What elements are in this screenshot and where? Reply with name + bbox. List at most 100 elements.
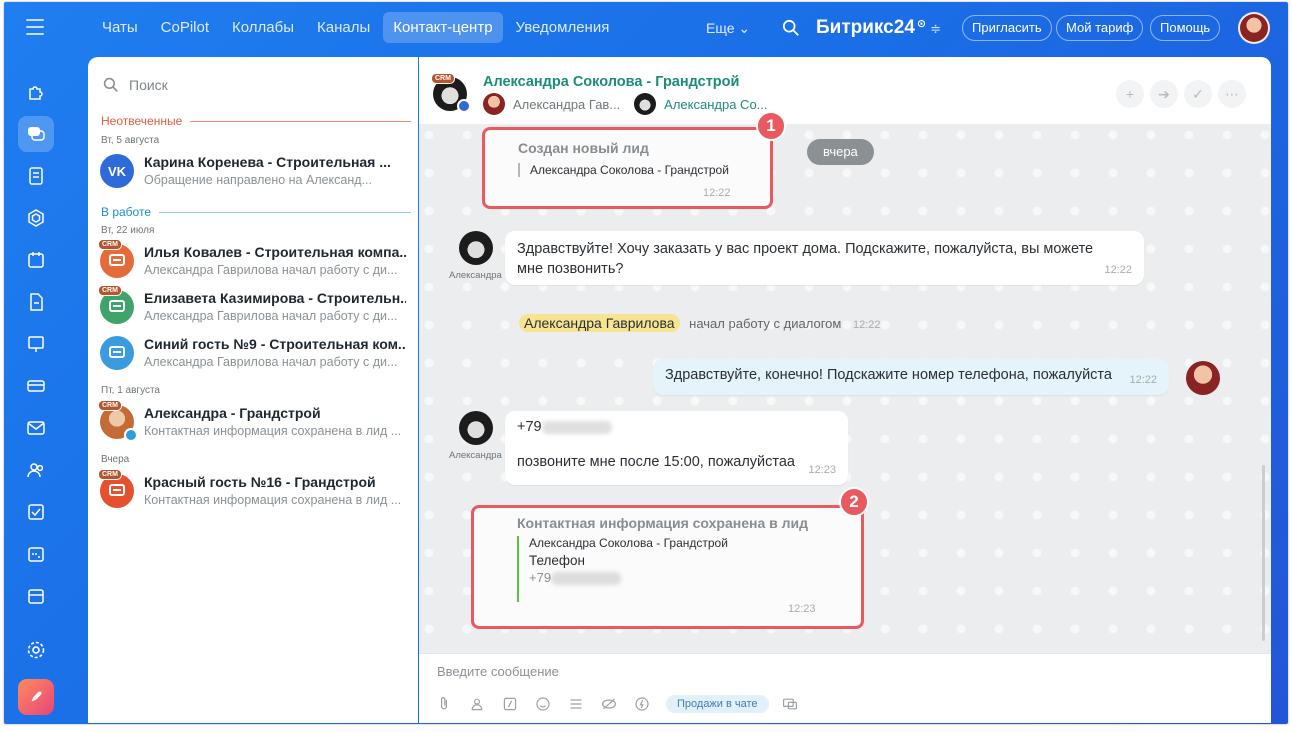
- forward-icon[interactable]: ➔: [1150, 80, 1178, 108]
- chat-header: CRM Александра Соколова - Грандстрой Але…: [419, 57, 1271, 125]
- recent-search[interactable]: Поиск: [103, 75, 168, 95]
- operator-name[interactable]: Александра Гаврилова: [519, 314, 680, 332]
- item-subtitle: Александра Гаврилова начал работу с ди..…: [144, 263, 398, 277]
- contact-icon[interactable]: [468, 695, 486, 713]
- rail-card-icon[interactable]: [18, 368, 54, 404]
- outgoing-message[interactable]: Здравствуйте, конечно! Подскажите номер …: [653, 359, 1169, 395]
- hide-eye-icon[interactable]: [600, 695, 618, 713]
- item-title: Елизавета Казимирова - Строительн...: [144, 290, 406, 306]
- item-title: Карина Коренева - Строительная ...: [144, 154, 391, 170]
- item-title: Красный гость №16 - Грандстрой: [144, 474, 376, 490]
- chat-title[interactable]: Александра Соколова - Грандстрой: [483, 74, 739, 90]
- list-item[interactable]: CRM Елизавета Казимирова - Строительн...…: [98, 285, 408, 329]
- item-subtitle: Александра Гаврилова начал работу с ди..…: [144, 355, 398, 369]
- item-title: Александра - Грандстрой: [144, 405, 321, 421]
- left-rail: [16, 74, 58, 620]
- scrollbar[interactable]: [1262, 465, 1265, 641]
- incoming-message[interactable]: +79 позвоните мне после 15:00, пожалуйст…: [505, 411, 848, 485]
- author-name: Александра: [449, 450, 502, 461]
- rail-calendar-icon[interactable]: [18, 242, 54, 278]
- main-nav: Чаты CoPilot Коллабы Каналы Контакт-цент…: [92, 12, 622, 43]
- search-icon: [103, 77, 118, 92]
- search-icon[interactable]: [782, 19, 800, 37]
- participant-name: Александра Со...: [664, 96, 768, 112]
- invite-button[interactable]: Пригласить: [962, 15, 1052, 41]
- screen-icon[interactable]: [781, 695, 799, 713]
- add-icon[interactable]: +: [1116, 80, 1144, 108]
- item-subtitle: Контактная информация сохранена в лид ..…: [144, 424, 402, 438]
- item-title: Илья Ковалев - Строительная компа...: [144, 244, 406, 260]
- nav-more[interactable]: Еще ⌄: [706, 20, 750, 37]
- avatar: [459, 411, 493, 445]
- rail-tasks-icon[interactable]: [18, 494, 54, 530]
- app-window: Чаты CoPilot Коллабы Каналы Контакт-цент…: [4, 2, 1288, 724]
- search-placeholder: Поиск: [129, 77, 168, 93]
- emoji-icon[interactable]: [534, 695, 552, 713]
- message-feed: Создан новый лид Александра Соколова - Г…: [419, 111, 1271, 653]
- rail-puzzle-icon[interactable]: [18, 74, 54, 110]
- date-label: Вчера: [101, 454, 130, 465]
- chevron-down-icon: ⌄: [738, 20, 751, 36]
- sales-in-chat-button[interactable]: Продажи в чате: [666, 695, 769, 713]
- crm-badge: CRM: [431, 73, 455, 84]
- brand-name: Битрикс: [816, 17, 894, 38]
- rail-store-icon[interactable]: [18, 578, 54, 614]
- nav-contact-center[interactable]: Контакт-центр: [383, 12, 503, 43]
- author-name: Александра: [449, 270, 502, 281]
- avatar: [483, 93, 505, 115]
- paperclip-icon[interactable]: [435, 695, 453, 713]
- menu-icon[interactable]: [26, 19, 44, 35]
- nav-copilot[interactable]: CoPilot: [151, 12, 219, 43]
- rail-chats-icon[interactable]: [18, 116, 54, 152]
- crm-badge: CRM: [98, 400, 122, 411]
- list-icon[interactable]: [567, 695, 585, 713]
- nav-channels[interactable]: Каналы: [307, 12, 380, 43]
- contact-saved-details: Александра Соколова - Грандстрой Телефон…: [517, 536, 728, 602]
- nav-notifications[interactable]: Уведомления: [506, 12, 620, 43]
- nav-more-label: Еще: [706, 20, 735, 36]
- message-composer: Введите сообщение Продажи в чате: [419, 653, 1271, 723]
- list-item[interactable]: CRM Красный гость №16 - Грандстрой Конта…: [98, 469, 408, 513]
- rail-board-icon[interactable]: [18, 326, 54, 362]
- phone-number[interactable]: +79: [517, 419, 542, 435]
- lead-link[interactable]: Александра Соколова - Грандстрой: [529, 536, 728, 550]
- system-joined: Александра Гаврилова начал работу с диал…: [519, 314, 880, 332]
- lightning-icon[interactable]: [633, 695, 651, 713]
- settings-gear-icon[interactable]: [18, 632, 54, 668]
- message-text: Здравствуйте, конечно! Подскажите номер …: [665, 367, 1112, 383]
- rail-planner-icon[interactable]: [18, 536, 54, 572]
- message-input[interactable]: Введите сообщение: [437, 664, 559, 679]
- my-plan-button[interactable]: Мой тариф: [1056, 15, 1144, 41]
- list-item[interactable]: VK Карина Коренева - Строительная ... Об…: [100, 151, 408, 193]
- message-time: 12:23: [788, 603, 816, 615]
- list-item[interactable]: CRM Александра - Грандстрой Контактная и…: [98, 400, 408, 444]
- vk-icon: [457, 99, 471, 113]
- more-icon[interactable]: ⋯: [1218, 80, 1246, 108]
- system-text: начал работу с диалогом: [689, 316, 842, 331]
- rail-document-icon[interactable]: [18, 284, 54, 320]
- chat-participants[interactable]: Александра Гав... Александра Со...: [483, 93, 768, 115]
- section-label: В работе: [101, 205, 152, 219]
- brand-logo: Битрикс24 ⊙ ≑: [816, 17, 941, 39]
- settings-sliders-icon[interactable]: ≑: [930, 21, 941, 36]
- incoming-message[interactable]: Здравствуйте! Хочу заказать у вас проект…: [505, 231, 1144, 285]
- help-button[interactable]: Помощь: [1150, 15, 1221, 41]
- composer-toolbar: Продажи в чате: [435, 695, 814, 713]
- section-unanswered: Неотвеченные: [101, 114, 411, 128]
- message-text: позвоните мне после 15:00, пожалуйстаа: [517, 454, 795, 470]
- nav-chats[interactable]: Чаты: [92, 12, 148, 43]
- user-avatar[interactable]: [1238, 12, 1270, 44]
- rail-mail-icon[interactable]: [18, 410, 54, 446]
- rail-hexagon-icon[interactable]: [18, 200, 54, 236]
- rocket-icon[interactable]: [18, 679, 54, 715]
- lead-link[interactable]: Александра Соколова - Грандстрой: [518, 163, 729, 177]
- chat-bubble-icon: [100, 336, 134, 370]
- command-icon[interactable]: [501, 695, 519, 713]
- rail-users-icon[interactable]: [18, 452, 54, 488]
- crm-badge: CRM: [98, 239, 122, 250]
- list-item[interactable]: Синий гость №9 - Строительная ком... Але…: [100, 333, 408, 375]
- rail-feed-icon[interactable]: [18, 158, 54, 194]
- nav-collabs[interactable]: Коллабы: [222, 12, 304, 43]
- check-circle-icon[interactable]: ✓: [1184, 80, 1212, 108]
- list-item[interactable]: CRM Илья Ковалев - Строительная компа...…: [98, 239, 408, 283]
